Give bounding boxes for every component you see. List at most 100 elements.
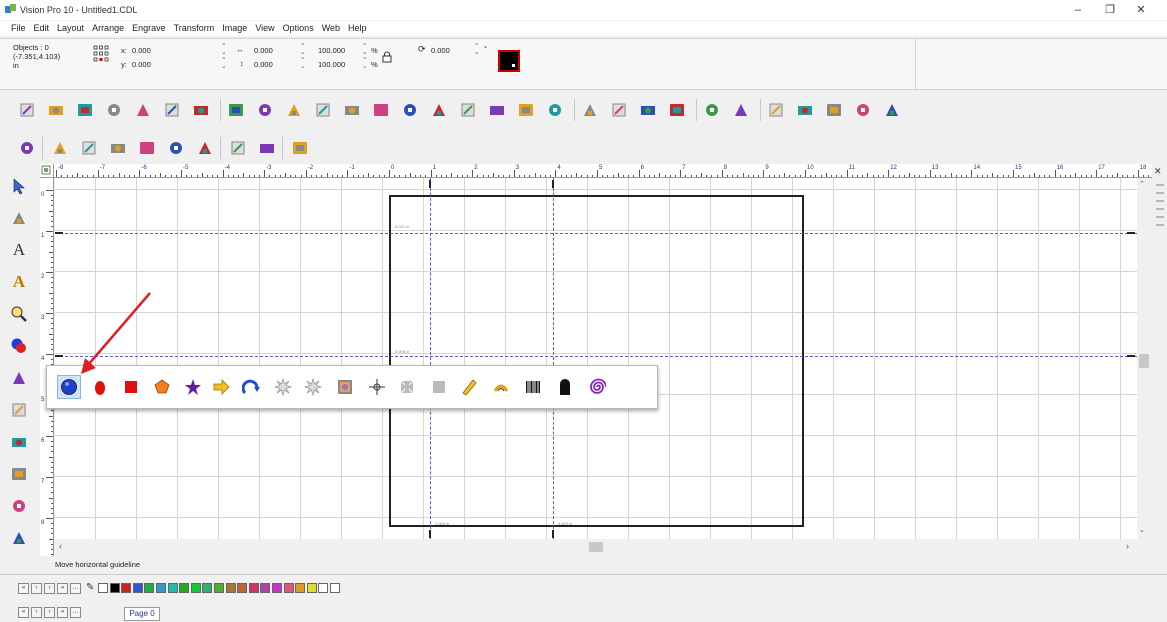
select-arrow-icon[interactable] — [7, 174, 31, 198]
palette-color-swatch[interactable] — [167, 583, 178, 593]
y-spinner[interactable]: ⌃ ⌄ — [221, 57, 226, 70]
circle-icon[interactable] — [608, 99, 630, 121]
x-input[interactable]: 0.000 — [132, 46, 151, 55]
menu-help[interactable]: Help — [344, 21, 371, 35]
scroll-right-icon[interactable]: › — [1126, 541, 1129, 551]
palette-color-swatch[interactable] — [98, 583, 108, 593]
brush-icon[interactable] — [7, 430, 31, 454]
palette-color-swatch[interactable] — [260, 583, 271, 593]
page-nav-button[interactable]: » — [57, 607, 68, 618]
vertical-scrollbar[interactable]: ⌃ ⌄ — [1137, 178, 1151, 539]
tool1-icon[interactable] — [765, 99, 787, 121]
frame-icon[interactable] — [701, 99, 723, 121]
horizontal-guideline[interactable] — [55, 356, 1138, 357]
page-nav-button[interactable]: « — [18, 607, 29, 618]
height-input[interactable]: 0.000 — [254, 60, 273, 69]
guide-marker[interactable] — [1127, 232, 1135, 234]
x-spinner[interactable]: ⌃ ⌄ — [221, 43, 226, 56]
rotation-spinner[interactable]: ⌃ ⌄ — [474, 43, 479, 56]
color-swatch[interactable] — [498, 50, 520, 72]
palette-color-swatch[interactable] — [248, 583, 259, 593]
palette-color-swatch[interactable] — [132, 583, 143, 593]
palette-color-swatch[interactable] — [237, 583, 248, 593]
screen-icon[interactable] — [852, 99, 874, 121]
horizontal-scrollbar[interactable]: ‹ › — [55, 539, 1138, 555]
arrow-right-icon[interactable] — [209, 375, 233, 399]
menu-edit[interactable]: Edit — [30, 21, 54, 35]
edit-icon[interactable] — [823, 99, 845, 121]
page-tab[interactable]: Page 0 — [124, 607, 160, 621]
palette-color-swatch[interactable] — [121, 583, 132, 593]
barcode-icon[interactable] — [521, 375, 545, 399]
palette-color-swatch[interactable] — [295, 583, 306, 593]
delete-icon[interactable] — [730, 99, 752, 121]
tool2-icon[interactable] — [794, 99, 816, 121]
y-input[interactable]: 0.000 — [132, 60, 151, 69]
menu-view[interactable]: View — [251, 21, 278, 35]
scroll-down-icon[interactable]: ⌄ — [1139, 526, 1145, 534]
lock-ratio-icon[interactable] — [382, 51, 392, 65]
group-icon[interactable] — [515, 99, 537, 121]
mirror-icon[interactable] — [428, 99, 450, 121]
starburst-icon[interactable] — [271, 375, 295, 399]
window-icon[interactable] — [399, 99, 421, 121]
redo-icon[interactable] — [254, 99, 276, 121]
page-nav-button[interactable]: › — [44, 607, 55, 618]
palette-color-swatch[interactable] — [283, 583, 294, 593]
reference-point-grid[interactable] — [93, 45, 109, 67]
palette-color-swatch[interactable] — [330, 583, 340, 593]
eraser-icon[interactable] — [7, 526, 31, 550]
print-icon[interactable] — [132, 99, 154, 121]
close-button[interactable]: ✕ — [1128, 2, 1154, 18]
spiral-icon[interactable] — [585, 375, 609, 399]
print-setup-icon[interactable] — [103, 99, 125, 121]
palette-color-swatch[interactable] — [225, 583, 236, 593]
text-path-icon[interactable] — [666, 99, 688, 121]
menu-transform[interactable]: Transform — [170, 21, 219, 35]
menu-arrange[interactable]: Arrange — [88, 21, 128, 35]
scale-h-spinner[interactable]: ⌃ ⌄ — [362, 57, 367, 70]
tombstone-icon[interactable] — [553, 375, 577, 399]
pen-icon[interactable] — [7, 398, 31, 422]
layer-down-icon[interactable] — [256, 137, 278, 159]
palette-color-swatch[interactable] — [318, 583, 329, 593]
engrave-icon[interactable] — [161, 99, 183, 121]
image-icon[interactable] — [370, 99, 392, 121]
align-icon[interactable] — [486, 99, 508, 121]
menu-layout[interactable]: Layout — [53, 21, 88, 35]
arch-text-icon[interactable] — [489, 375, 513, 399]
vertical-guideline[interactable] — [430, 178, 431, 539]
drawing-canvas[interactable]: 6.921 in 3.906 in 1.000 in 4.000 in — [55, 178, 1138, 539]
scroll-left-icon[interactable]: ‹ — [59, 541, 62, 551]
engraver-icon[interactable] — [289, 137, 311, 159]
palette-color-swatch[interactable] — [179, 583, 190, 593]
scroll-up-icon[interactable]: ⌃ — [1139, 180, 1145, 188]
layer-up-icon[interactable] — [227, 137, 249, 159]
node-icon[interactable] — [283, 99, 305, 121]
width-spinner[interactable]: ⌃ ⌄ — [300, 43, 305, 56]
crosshair-icon[interactable] — [365, 375, 389, 399]
menu-web[interactable]: Web — [318, 21, 344, 35]
save-icon[interactable] — [74, 99, 96, 121]
target-icon[interactable] — [165, 137, 187, 159]
new-icon[interactable] — [16, 99, 38, 121]
import-icon[interactable] — [312, 99, 334, 121]
no-fill-pen-icon[interactable]: ✎ — [86, 582, 94, 593]
guide-marker[interactable] — [429, 530, 431, 538]
scale-width-input[interactable]: 100.000 — [318, 46, 345, 55]
palette-color-swatch[interactable] — [202, 583, 213, 593]
text-style-icon[interactable]: A — [7, 270, 31, 294]
engraving-tool-icon[interactable] — [7, 494, 31, 518]
palette-color-swatch[interactable] — [190, 583, 201, 593]
pen2-icon[interactable] — [7, 462, 31, 486]
layer-icon[interactable] — [579, 99, 601, 121]
horizontal-guideline[interactable] — [55, 233, 1138, 234]
scroll-thumb[interactable] — [1139, 354, 1149, 368]
v1-icon[interactable] — [49, 137, 71, 159]
move-icon[interactable] — [881, 99, 903, 121]
scale-w-spinner[interactable]: ⌃ ⌄ — [362, 43, 367, 56]
texture-icon[interactable] — [544, 99, 566, 121]
palette-color-swatch[interactable] — [214, 583, 224, 593]
scale-height-input[interactable]: 100.000 — [318, 60, 345, 69]
zoom-icon[interactable] — [7, 302, 31, 326]
